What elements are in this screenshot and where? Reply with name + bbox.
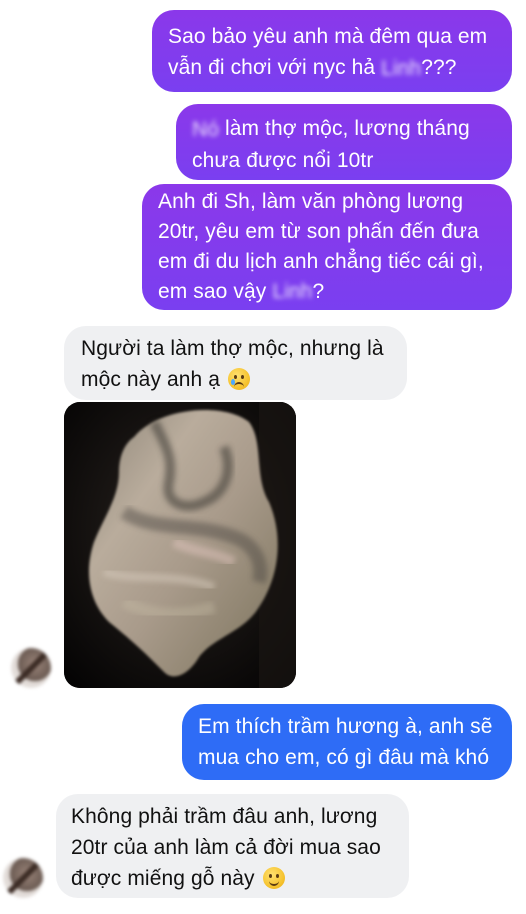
message-text: 20tr của anh làm cả đời mua sao	[71, 836, 381, 859]
message-bubble-received[interactable]: Người ta làm thợ mộc, nhưng là mộc này a…	[64, 326, 407, 400]
crying-face-icon	[228, 368, 250, 390]
message-text: 20tr, yêu em từ son phấn đến đưa	[158, 220, 479, 243]
contact-avatar[interactable]	[3, 858, 43, 898]
message-text: Anh đi Sh, làm văn phòng lương	[158, 190, 464, 213]
message-text: ?	[312, 280, 325, 303]
message-text: Người ta làm thợ mộc, nhưng là	[81, 337, 384, 360]
message-bubble-sent[interactable]: Anh đi Sh, làm văn phòng lương 20tr, yêu…	[142, 184, 512, 310]
message-text: Không phải trầm đâu anh, lương	[71, 805, 378, 828]
agarwood-photo	[64, 402, 296, 688]
message-text: vẫn đi chơi với nyc hả	[168, 56, 376, 79]
message-text: mộc này anh ạ	[81, 368, 221, 391]
message-bubble-sent[interactable]: Nó làm thợ mộc, lương tháng chưa được nổ…	[176, 104, 512, 180]
message-bubble-sent[interactable]: Em thích trầm hương à, anh sẽ mua cho em…	[182, 704, 512, 780]
message-bubble-sent[interactable]: Sao bảo yêu anh mà đêm qua em vẫn đi chơ…	[152, 10, 512, 92]
message-text: em đi du lịch anh chẳng tiếc cái gì,	[158, 250, 484, 273]
message-text: Sao bảo yêu anh mà đêm qua em	[168, 25, 488, 48]
redacted-name: Linh	[272, 280, 313, 304]
message-text: ???	[421, 56, 457, 79]
contact-avatar[interactable]	[11, 648, 51, 688]
redacted-name: Linh	[381, 56, 422, 80]
slightly-smiling-face-icon	[262, 867, 285, 889]
message-text: làm thợ mộc, lương tháng	[224, 117, 470, 140]
message-text: Em thích trầm hương à, anh sẽ	[198, 715, 493, 738]
message-text: mua cho em, có gì đâu mà khó	[198, 746, 490, 769]
redacted-name: Nó	[192, 117, 220, 141]
message-bubble-received[interactable]: Không phải trầm đâu anh, lương 20tr của …	[56, 794, 409, 898]
message-text: được miếng gỗ này	[71, 867, 255, 890]
message-image[interactable]	[64, 402, 296, 688]
message-text: chưa được nổi 10tr	[192, 148, 374, 172]
message-text: em sao vậy	[158, 280, 267, 303]
